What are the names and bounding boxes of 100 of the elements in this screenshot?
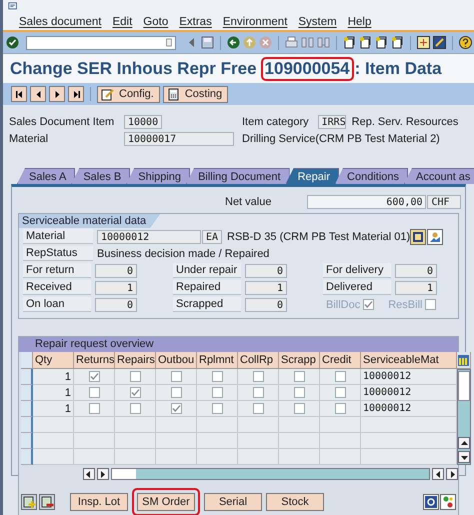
quantity-field[interactable]: 0 — [95, 298, 137, 312]
column-header[interactable]: ServiceableMat — [361, 352, 457, 369]
row-selector[interactable] — [21, 385, 33, 401]
costing-button[interactable]: Costing — [162, 86, 228, 102]
checkbox[interactable] — [88, 387, 100, 398]
action-button[interactable]: Serial — [204, 493, 262, 511]
menu-item[interactable]: Sales document — [19, 16, 102, 28]
checkbox[interactable] — [212, 371, 222, 382]
quantity-field[interactable]: 1 — [95, 280, 137, 294]
checkbox[interactable] — [88, 371, 100, 382]
vertical-scrollbar[interactable] — [457, 369, 471, 465]
refresh-button[interactable] — [423, 494, 439, 510]
checkbox[interactable] — [294, 371, 304, 382]
delete-row-button[interactable] — [39, 494, 55, 510]
checkbox[interactable] — [170, 371, 182, 382]
column-header[interactable]: CollRp — [238, 352, 279, 369]
previous-item-button[interactable] — [30, 86, 46, 102]
action-button[interactable]: SM Order — [132, 488, 200, 515]
arrow-icon[interactable] — [227, 36, 240, 49]
checkbox[interactable] — [294, 403, 304, 414]
tab[interactable]: Account as — [404, 168, 474, 184]
command-field[interactable] — [26, 36, 176, 50]
menu-item[interactable]: System — [298, 16, 337, 28]
help-icon[interactable] — [459, 36, 472, 49]
picture-button[interactable] — [427, 228, 444, 244]
material-field[interactable]: 10000012 — [97, 230, 201, 244]
net-value-field[interactable]: 600,00 — [307, 195, 426, 209]
field-label: Net value — [225, 196, 272, 208]
field-label: Under repair — [173, 263, 241, 278]
column-header[interactable]: Scrapp — [279, 352, 320, 369]
quantity-field[interactable]: 0 — [95, 264, 137, 278]
add-row-button[interactable] — [21, 494, 37, 510]
save-icon[interactable] — [201, 36, 214, 49]
horizontal-scrollbar[interactable] — [110, 468, 430, 480]
checkbox[interactable] — [170, 403, 182, 414]
row-selector[interactable] — [21, 433, 33, 449]
quantity-field[interactable]: 0 — [395, 264, 437, 278]
checkbox[interactable] — [334, 387, 346, 398]
checkbox[interactable] — [130, 387, 140, 398]
tab[interactable]: Conditions — [335, 168, 408, 184]
tab[interactable]: Shipping — [126, 168, 190, 184]
next-item-button[interactable] — [49, 86, 65, 102]
menu-item[interactable]: Environment — [222, 16, 288, 28]
checkbox[interactable] — [252, 403, 264, 414]
item-field[interactable]: 10000 — [124, 115, 162, 129]
column-header[interactable]: Repairs — [115, 352, 156, 369]
checkbox[interactable] — [212, 403, 222, 414]
column-header[interactable]: Outbou — [156, 352, 197, 369]
quantity-field[interactable]: 0 — [245, 298, 287, 312]
menu-icon[interactable] — [7, 2, 19, 12]
row-selector[interactable] — [21, 369, 33, 385]
category-field[interactable]: IRRS — [318, 115, 346, 129]
checkbox[interactable] — [88, 403, 100, 414]
action-button[interactable]: Insp. Lot — [70, 493, 128, 511]
dropdown-icon[interactable] — [166, 38, 173, 47]
status-button[interactable] — [440, 494, 456, 510]
cancel-icon[interactable] — [259, 36, 272, 49]
row-selector[interactable] — [21, 417, 33, 433]
checkbox[interactable] — [212, 387, 222, 398]
currency-field[interactable]: CHF — [427, 195, 462, 209]
column-header[interactable]: Qty — [33, 352, 74, 369]
tab[interactable]: Billing Document — [186, 168, 290, 184]
menu-item[interactable]: Edit — [112, 16, 132, 28]
tab[interactable]: Sales B — [71, 168, 130, 184]
column-settings-icon[interactable] — [457, 352, 471, 369]
table-cell — [156, 449, 197, 465]
quantity-field[interactable]: 1 — [395, 280, 437, 294]
row-selector[interactable] — [21, 401, 33, 417]
screen-title: Change SER Inhous Repr Free — [10, 58, 257, 78]
checkbox[interactable] — [130, 403, 140, 414]
first-item-button[interactable] — [11, 86, 27, 102]
unit-field[interactable]: EA — [202, 230, 222, 244]
print-icon[interactable] — [285, 36, 298, 49]
last-item-button[interactable] — [68, 86, 84, 102]
row-selector[interactable] — [21, 449, 33, 465]
checkbox[interactable] — [334, 371, 346, 382]
menu-item[interactable]: Extras — [179, 16, 212, 28]
display-button[interactable] — [410, 228, 426, 244]
checkbox-label: BillDoc — [326, 298, 360, 310]
checkbox[interactable] — [334, 403, 346, 414]
checkbox[interactable] — [170, 387, 182, 398]
material-field[interactable]: 10000017 — [124, 132, 234, 146]
checkbox[interactable] — [130, 371, 140, 382]
checkbox[interactable] — [252, 371, 264, 382]
quantity-field[interactable]: 0 — [245, 264, 287, 278]
tab[interactable]: Repair — [286, 168, 340, 184]
menu-item[interactable]: Help — [348, 16, 372, 28]
column-header[interactable]: Credit — [320, 352, 361, 369]
checkbox[interactable] — [294, 387, 304, 398]
column-header[interactable]: Rplmnt — [197, 352, 238, 369]
select-all-header[interactable] — [21, 352, 33, 369]
quantity-field[interactable]: 1 — [245, 280, 287, 294]
config-button[interactable]: Config. — [97, 86, 160, 102]
menu-item[interactable]: Goto — [143, 16, 168, 28]
table-cell — [320, 433, 361, 449]
action-button[interactable]: Stock — [266, 493, 324, 511]
tab[interactable]: Sales A — [17, 168, 76, 184]
column-header[interactable]: Returns — [74, 352, 115, 369]
checkbox[interactable] — [252, 387, 264, 398]
enter-icon[interactable] — [6, 36, 19, 49]
